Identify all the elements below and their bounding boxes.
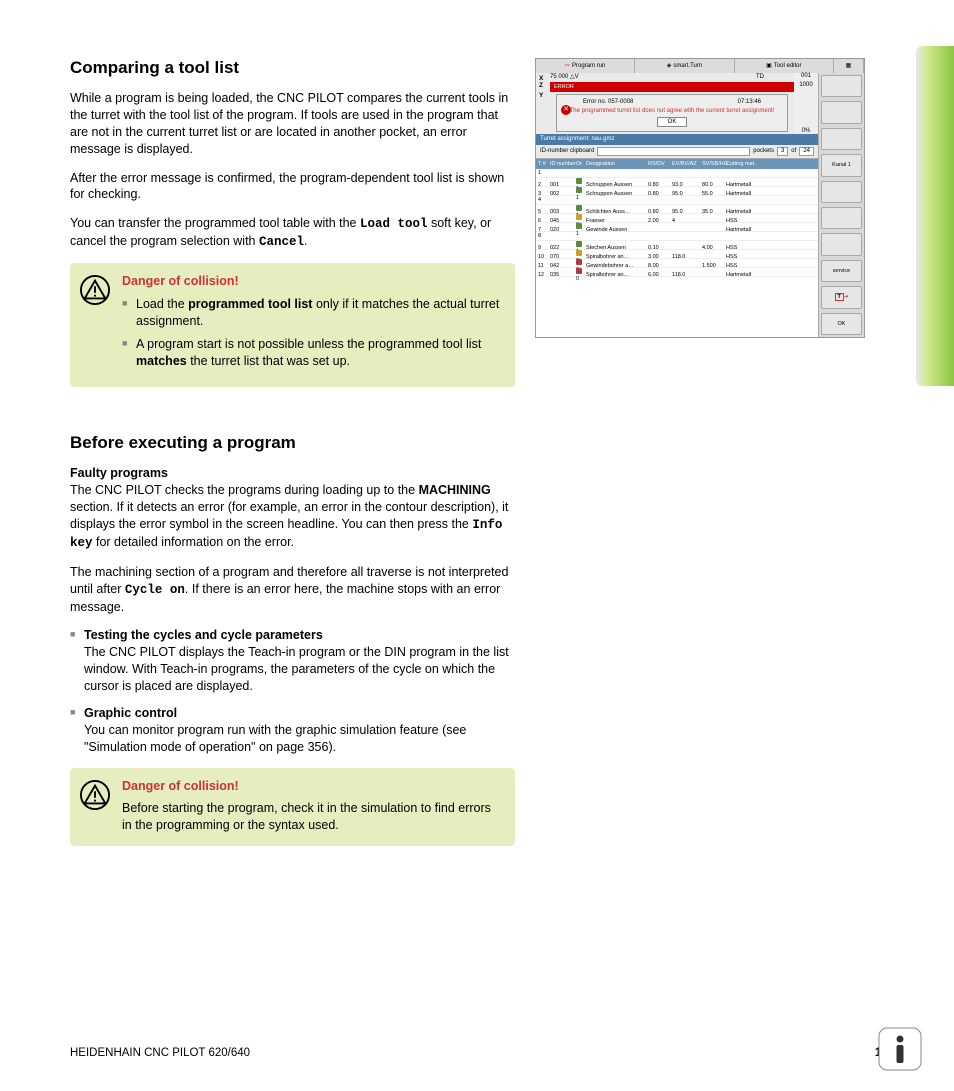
screenshot-figure: ⇨Program run ◈smart.Turn ▣Tool editor ▦ … <box>535 58 865 338</box>
dialog-time: 07:13:46 <box>738 99 761 106</box>
fig-side-button: T➜ <box>821 286 862 308</box>
axis-z-label: Z <box>539 82 550 89</box>
table-row: 6045 0Fraeser2.004HSS <box>536 214 818 223</box>
fig-tab-smart-turn: ◈smart.Turn <box>635 59 734 73</box>
callout-1-item-1: Load the programmed tool list only if it… <box>122 296 501 330</box>
fig-side-button: service <box>821 260 862 282</box>
pockets-of-value: 24 <box>799 147 814 156</box>
clipboard-box <box>597 147 750 156</box>
fig-side-button <box>821 75 862 97</box>
warning-icon <box>80 275 110 305</box>
table-row: 9022 1Stechen Aussen0.104.00HSS <box>536 241 818 250</box>
bullet-testing: Testing the cycles and cycle parametersT… <box>70 627 515 695</box>
table-row: 11042 0Gewindebohrer a…8.001.500HSS <box>536 259 818 268</box>
para-2: After the error message is confirmed, th… <box>70 170 515 204</box>
table-row: 7020 1Gewinde AussenHartmetall <box>536 223 818 232</box>
fig-side-button <box>821 181 862 203</box>
softkey-cancel: Cancel <box>259 235 304 249</box>
fig-side-button <box>821 233 862 255</box>
subhead-faulty: Faulty programs <box>70 466 168 480</box>
dialog-message: The programmed turret list does not agre… <box>563 108 781 115</box>
fig-side-button <box>821 128 862 150</box>
para-3: You can transfer the programmed tool tab… <box>70 215 515 251</box>
fig-percent: 0% <box>794 92 818 134</box>
turret-assignment-bar: Turret assignment: nau.gmz <box>536 134 818 145</box>
fig-tab-program-run: ⇨Program run <box>536 59 635 73</box>
fig-val-001: 001 <box>794 73 818 82</box>
table-row: 12035 0Spiralbohrer an…6.00118.0Hartmeta… <box>536 268 818 277</box>
tool-table: T #ID numberOrDesignationRS/DVEV/BV/AZSV… <box>536 158 818 337</box>
fig-side-button <box>821 101 862 123</box>
page-footer: HEIDENHAIN CNC PILOT 620/640 105 <box>70 1047 894 1059</box>
fig-tab-tool-editor: ▣Tool editor <box>735 59 834 73</box>
bullet-graphic: Graphic controlYou can monitor program r… <box>70 705 515 756</box>
footer-left: HEIDENHAIN CNC PILOT 620/640 <box>70 1047 250 1059</box>
callout-1-title: Danger of collision! <box>122 273 501 290</box>
fig-side-button: Kanal 1 <box>821 154 862 176</box>
callout-danger-2: Danger of collision! Before starting the… <box>70 768 515 847</box>
clipboard-label: ID-number clipboard <box>540 148 594 155</box>
table-row: 5003 1Schlichten Auss…0.8095.035.0Hartme… <box>536 205 818 214</box>
heading-comparing: Comparing a tool list <box>70 58 515 78</box>
warning-icon <box>80 780 110 810</box>
para-faulty: Faulty programs The CNC PILOT checks the… <box>70 465 515 551</box>
heading-before-exec: Before executing a program <box>70 433 515 453</box>
error-dialog: ✕ Error no. 057-0008 07:13:46 The progra… <box>556 94 788 132</box>
cycle-on-key: Cycle on <box>125 583 185 597</box>
dialog-error-no: Error no. 057-0008 <box>583 99 633 106</box>
table-row: 2001 1Schruppen Aussen0.8093.080.0Hartme… <box>536 178 818 187</box>
fig-side-button: OK <box>821 313 862 335</box>
softkey-load-tool: Load tool <box>360 217 428 231</box>
table-row: 10070 2Spiralbohrer an…3.00118.0HSS <box>536 250 818 259</box>
bullet-list: Testing the cycles and cycle parametersT… <box>70 627 515 755</box>
axis-x-label: X <box>539 75 550 82</box>
fig-side-button <box>821 207 862 229</box>
callout-2-title: Danger of collision! <box>122 778 501 795</box>
axis-y-label: Y <box>539 92 550 99</box>
error-bar: ERROR <box>550 82 794 92</box>
table-row: 3002 1Schruppen Aussen0.8095.055.0Hartme… <box>536 187 818 196</box>
callout-danger-1: Danger of collision! Load the programmed… <box>70 263 515 387</box>
para-1: While a program is being loaded, the CNC… <box>70 90 515 158</box>
dialog-ok-button: OK <box>657 117 687 127</box>
fig-val-1000: 1000 <box>794 82 818 92</box>
callout-1-item-2: A program start is not possible unless t… <box>122 336 501 370</box>
callout-2-body: Before starting the program, check it in… <box>122 800 501 834</box>
table-row: 1 <box>536 169 818 178</box>
fig-tab-blank: ▦ <box>834 59 864 73</box>
axis-x-value: 75 000 △V <box>550 74 579 80</box>
info-icon <box>878 1027 922 1071</box>
para-4: The machining section of a program and t… <box>70 564 515 616</box>
pockets-value: 3 <box>777 147 788 156</box>
